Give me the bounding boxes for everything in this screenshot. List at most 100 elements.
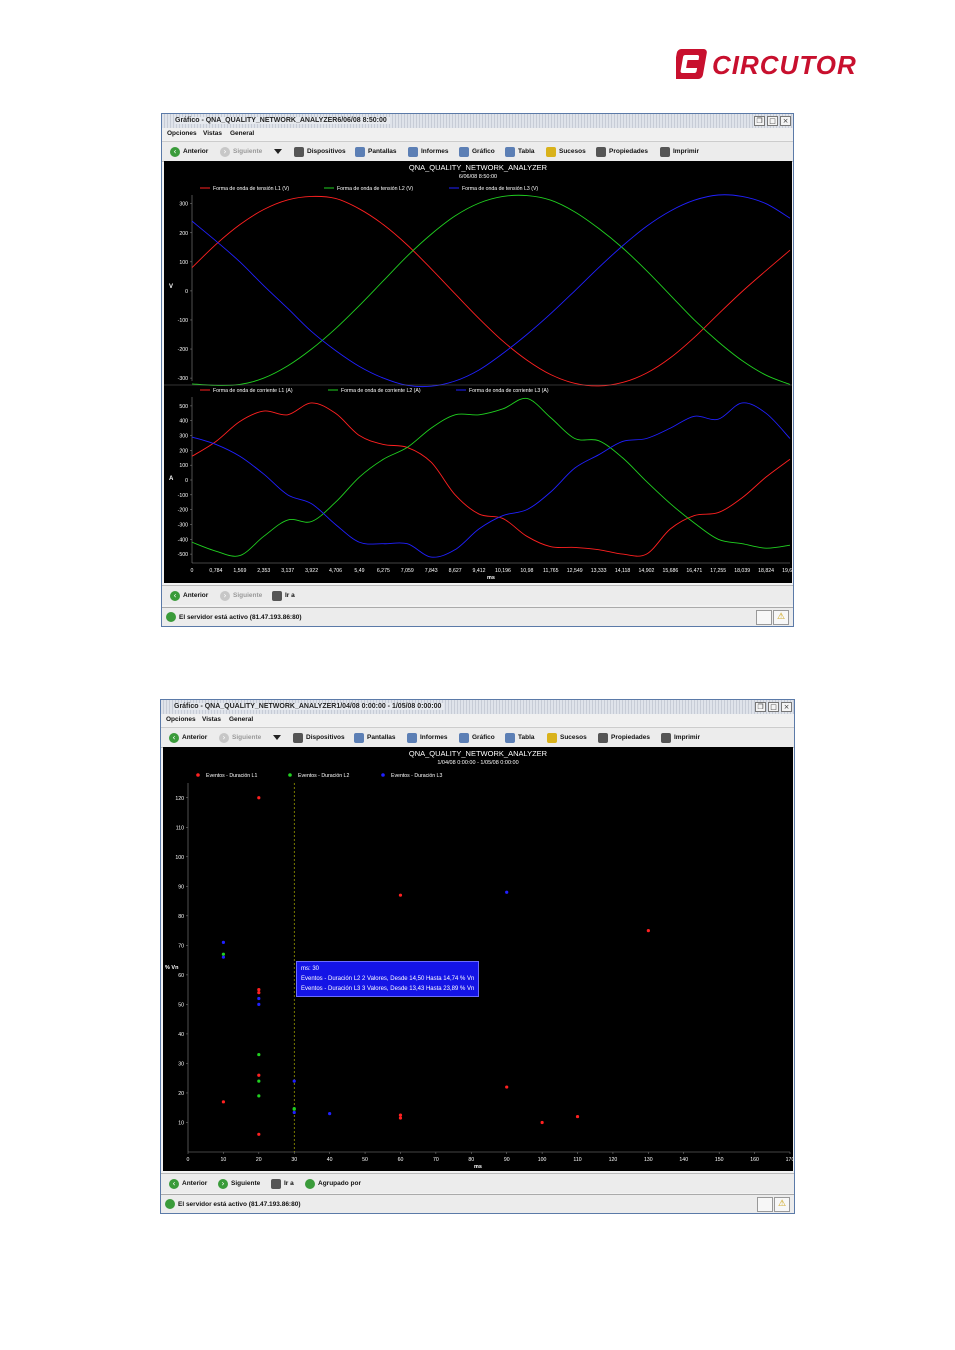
x-axis-label: ms <box>487 575 495 581</box>
data-point <box>257 1002 261 1006</box>
pantallas-button[interactable]: Pantallas <box>354 731 396 744</box>
informes-button[interactable]: Informes <box>408 145 448 158</box>
x-tick-label: 8,627 <box>449 568 462 574</box>
events-svg: QNA_QUALITY_NETWORK_ANALYZER 1/04/08 0:00… <box>165 749 793 1170</box>
anterior-button[interactable]: ‹ Anterior <box>170 145 208 158</box>
x-tick-label: 18,824 <box>758 568 774 574</box>
arrow-left-icon: ‹ <box>170 590 180 601</box>
anterior-bottom-button[interactable]: ‹ Anterior <box>169 1177 207 1190</box>
tabla-button[interactable]: Tabla <box>505 145 535 158</box>
menu-vistas[interactable]: Vistas <box>202 716 221 723</box>
window-titlebar[interactable]: Gráfico - QNA_QUALITY_NETWORK_ANALYZER1/… <box>161 700 794 715</box>
x-tick-label: 9,412 <box>473 568 486 574</box>
close-icon[interactable]: × <box>781 702 792 712</box>
siguiente-button[interactable]: › Siguiente <box>219 731 261 744</box>
menu-opciones[interactable]: Opciones <box>166 716 196 723</box>
x-tick-label: 10 <box>221 1157 227 1163</box>
events-chart-area[interactable]: QNA_QUALITY_NETWORK_ANALYZER 1/04/08 0:00… <box>163 747 793 1171</box>
legend-label: Forma de onda de corriente L1 (A) <box>213 388 293 394</box>
x-tick-label: 12,549 <box>567 568 583 574</box>
data-point <box>398 1116 403 1120</box>
ir-a-button[interactable]: Ir a <box>271 1177 294 1190</box>
siguiente-bottom-button[interactable]: › Siguiente <box>218 1177 260 1190</box>
tabla-button[interactable]: Tabla <box>505 731 535 744</box>
y-tick-label: 90 <box>178 884 184 890</box>
x-tick-label: 20 <box>256 1157 262 1163</box>
status-bar: El servidor está activo (81.47.193.86:80… <box>161 1194 794 1213</box>
warning-icon[interactable]: ⚠ <box>773 610 789 625</box>
imprimir-button[interactable]: Imprimir <box>661 731 700 744</box>
y-tick-label: 10 <box>178 1120 184 1126</box>
series-line <box>191 402 791 558</box>
window-titlebar[interactable]: Gráfico - QNA_QUALITY_NETWORK_ANALYZER6/… <box>162 114 793 129</box>
window-title: Gráfico - QNA_QUALITY_NETWORK_ANALYZER1/… <box>174 703 445 710</box>
agrupado-label: Agrupado por <box>318 1180 361 1187</box>
calendar-icon <box>271 1178 281 1189</box>
dispositivos-button[interactable]: Dispositivos <box>293 731 345 744</box>
dispositivos-button[interactable]: Dispositivos <box>294 145 346 158</box>
informes-label: Informes <box>421 148 449 155</box>
sucesos-button[interactable]: Sucesos <box>546 145 586 158</box>
grafico-button[interactable]: Gráfico <box>459 731 495 744</box>
maximize-icon[interactable]: □ <box>767 116 778 126</box>
menu-vistas[interactable]: Vistas <box>203 130 222 137</box>
propiedades-button[interactable]: Propiedades <box>598 731 650 744</box>
menu-general[interactable]: General <box>230 130 254 137</box>
maximize-icon[interactable]: □ <box>768 702 779 712</box>
dispositivos-label: Dispositivos <box>307 148 346 155</box>
chart-icon <box>459 146 469 157</box>
x-tick-label: 10,98 <box>520 568 533 574</box>
x-tick-label: 10,196 <box>495 568 511 574</box>
data-point <box>257 1079 261 1083</box>
menu-opciones[interactable]: Opciones <box>167 130 197 137</box>
x-tick-label: 5,49 <box>354 568 364 574</box>
ir-a-button[interactable]: Ir a <box>272 589 295 602</box>
series-line <box>191 194 791 388</box>
anterior-button[interactable]: ‹ Anterior <box>169 731 207 744</box>
data-point <box>257 1073 261 1077</box>
y-tick-label: -300 <box>178 376 188 382</box>
informes-label: Informes <box>420 734 448 741</box>
menu-general[interactable]: General <box>229 716 253 723</box>
siguiente-bottom-button[interactable]: › Siguiente <box>220 589 262 602</box>
informes-button[interactable]: Informes <box>407 731 447 744</box>
chart-window-events: Gráfico - QNA_QUALITY_NETWORK_ANALYZER1/… <box>160 699 795 1214</box>
y-tick-label: 100 <box>175 855 184 861</box>
warning-icon[interactable]: ⚠ <box>774 1197 790 1212</box>
dropdown-button[interactable] <box>274 145 282 158</box>
x-tick-label: 3,922 <box>305 568 318 574</box>
imprimir-button[interactable]: Imprimir <box>660 145 699 158</box>
pantallas-button[interactable]: Pantallas <box>355 145 397 158</box>
y-tick-label: 80 <box>178 914 184 920</box>
x-tick-label: 0 <box>191 568 194 574</box>
anterior-bottom-button[interactable]: ‹ Anterior <box>170 589 208 602</box>
y-tick-label: 500 <box>179 404 188 410</box>
close-icon[interactable]: × <box>780 116 791 126</box>
propiedades-button[interactable]: Propiedades <box>596 145 648 158</box>
waveform-chart-area[interactable]: QNA_QUALITY_NETWORK_ANALYZER 6/06/08 8:50… <box>164 161 792 583</box>
grafico-button[interactable]: Gráfico <box>459 145 495 158</box>
group-icon <box>305 1178 315 1189</box>
dropdown-button[interactable] <box>273 731 281 744</box>
data-point <box>221 952 226 956</box>
data-point <box>257 1094 261 1098</box>
y-tick-label: 100 <box>179 260 188 266</box>
sucesos-label: Sucesos <box>559 148 586 155</box>
x-tick-label: 140 <box>679 1157 688 1163</box>
data-point <box>221 955 226 959</box>
restore-icon[interactable]: ❐ <box>754 116 765 126</box>
x-tick-label: 50 <box>362 1157 368 1163</box>
siguiente-label: Siguiente <box>232 734 262 741</box>
device-icon <box>293 732 303 743</box>
chart-icon <box>459 732 469 743</box>
x-tick-label: 15,686 <box>662 568 678 574</box>
y-tick-label: 40 <box>178 1032 184 1038</box>
ir-a-label: Ir a <box>285 592 295 599</box>
sucesos-button[interactable]: Sucesos <box>547 731 587 744</box>
x-tick-label: 130 <box>644 1157 653 1163</box>
restore-icon[interactable]: ❐ <box>755 702 766 712</box>
siguiente-button[interactable]: › Siguiente <box>220 145 262 158</box>
data-point <box>292 1110 296 1115</box>
pantallas-label: Pantallas <box>367 734 396 741</box>
agrupado-por-button[interactable]: Agrupado por <box>305 1177 361 1190</box>
